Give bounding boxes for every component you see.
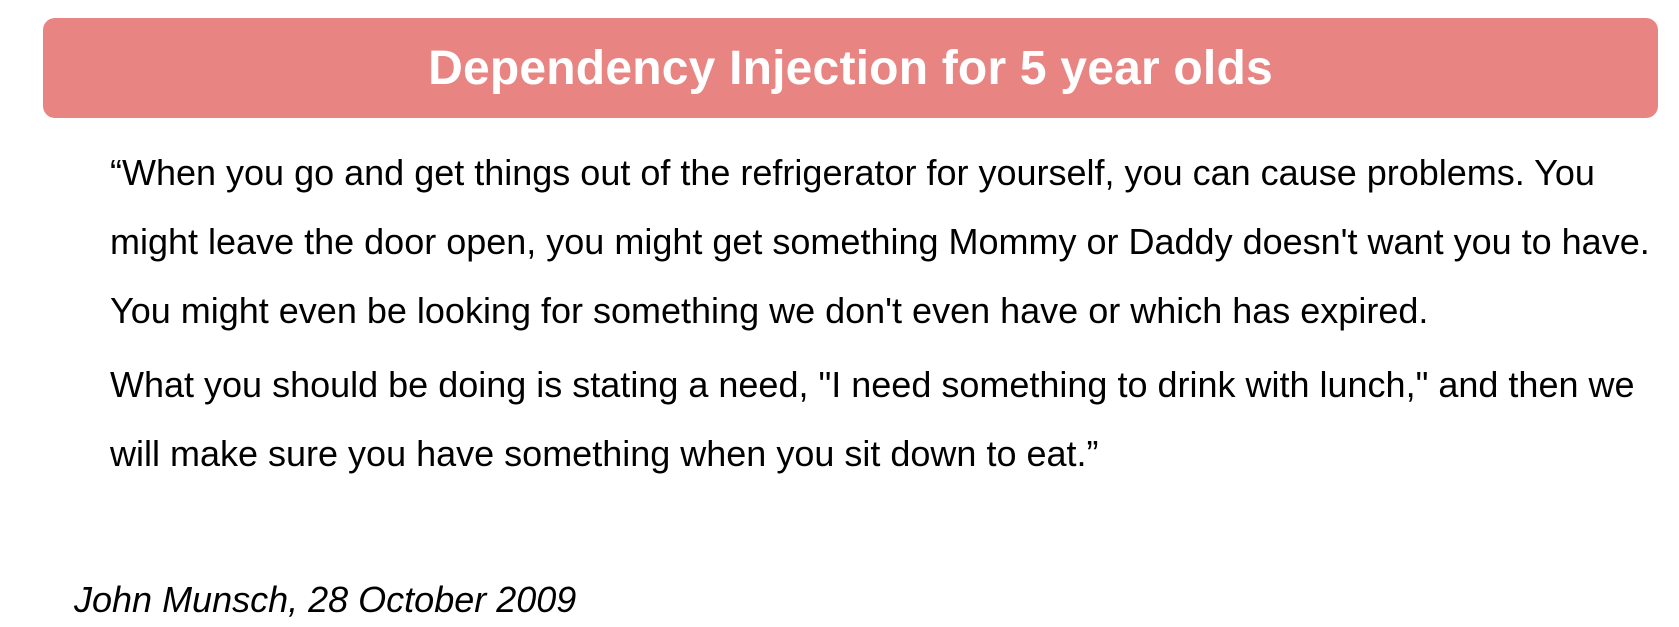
quote-paragraph: “When you go and get things out of the r… xyxy=(110,152,1650,331)
title-banner: Dependency Injection for 5 year olds xyxy=(43,18,1658,118)
quote-block: “When you go and get things out of the r… xyxy=(110,138,1650,488)
quote-attribution: John Munsch, 28 October 2009 xyxy=(74,579,577,620)
slide-title: Dependency Injection for 5 year olds xyxy=(428,41,1273,95)
quote-paragraph: What you should be doing is stating a ne… xyxy=(110,364,1635,474)
